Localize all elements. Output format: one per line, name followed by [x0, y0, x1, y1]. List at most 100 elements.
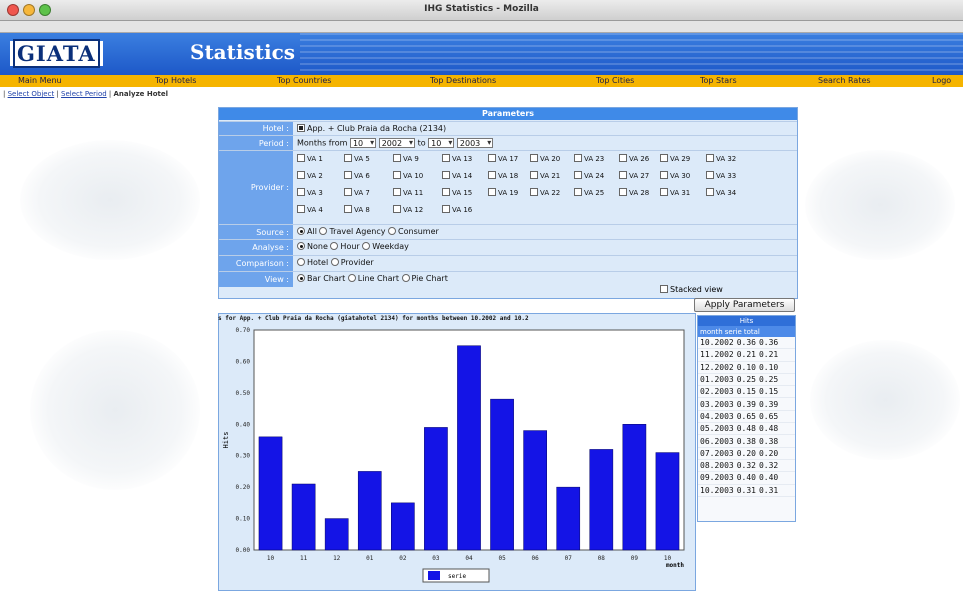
provider-checkbox[interactable] — [574, 188, 582, 196]
source-all-radio[interactable] — [297, 227, 305, 235]
analyse-none-radio[interactable] — [297, 242, 305, 250]
menu-top-cities[interactable]: Top Cities — [596, 76, 634, 85]
provider-checkbox[interactable] — [297, 171, 305, 179]
view-pie-chart-radio[interactable] — [401, 274, 410, 282]
provider-checkbox[interactable] — [574, 171, 582, 179]
provider-checkbox[interactable] — [619, 188, 627, 196]
provider-checkbox[interactable] — [488, 171, 496, 179]
provider-checkbox[interactable] — [442, 154, 450, 162]
provider-checkbox-item[interactable]: VA 21 — [530, 171, 560, 180]
provider-checkbox-item[interactable]: VA 6 — [344, 171, 370, 180]
provider-checkbox-item[interactable]: VA 19 — [488, 188, 518, 197]
provider-checkbox-item[interactable]: VA 7 — [344, 188, 370, 197]
provider-checkbox-item[interactable]: VA 22 — [530, 188, 560, 197]
provider-checkbox-item[interactable]: VA 16 — [442, 205, 472, 214]
comparison-provider-radio[interactable] — [330, 258, 339, 266]
provider-checkbox[interactable] — [660, 188, 668, 196]
provider-checkbox-item[interactable]: VA 27 — [619, 171, 649, 180]
provider-checkbox-item[interactable]: VA 24 — [574, 171, 604, 180]
provider-checkbox[interactable] — [297, 154, 305, 162]
provider-checkbox-item[interactable]: VA 14 — [442, 171, 472, 180]
provider-checkbox[interactable] — [297, 205, 305, 213]
provider-checkbox[interactable] — [393, 188, 401, 196]
from-month-select[interactable]: 10 — [349, 138, 377, 148]
provider-checkbox-item[interactable]: VA 25 — [574, 188, 604, 197]
provider-checkbox[interactable] — [619, 171, 627, 179]
provider-checkbox[interactable] — [344, 154, 352, 162]
provider-checkbox-item[interactable]: VA 33 — [706, 171, 736, 180]
source-travel-agency-radio[interactable] — [319, 227, 328, 235]
provider-checkbox-item[interactable]: VA 4 — [297, 205, 323, 214]
provider-label-text: VA 28 — [629, 189, 650, 197]
provider-checkbox[interactable] — [706, 154, 714, 162]
menu-top-stars[interactable]: Top Stars — [700, 76, 737, 85]
provider-checkbox-item[interactable]: VA 13 — [442, 154, 472, 163]
provider-checkbox[interactable] — [530, 154, 538, 162]
provider-checkbox[interactable] — [660, 154, 668, 162]
provider-checkbox-item[interactable]: VA 9 — [393, 154, 419, 163]
analyse-weekday-radio[interactable] — [362, 242, 371, 250]
view-line-chart-radio[interactable] — [347, 274, 356, 282]
menu-top-destinations[interactable]: Top Destinations — [430, 76, 496, 85]
provider-checkbox-item[interactable]: VA 17 — [488, 154, 518, 163]
provider-checkbox-item[interactable]: VA 2 — [297, 171, 323, 180]
provider-checkbox[interactable] — [530, 188, 538, 196]
provider-checkbox[interactable] — [574, 154, 582, 162]
provider-checkbox-item[interactable]: VA 23 — [574, 154, 604, 163]
analyse-hour-radio[interactable] — [330, 242, 339, 250]
provider-checkbox-item[interactable]: VA 32 — [706, 154, 736, 163]
provider-checkbox[interactable] — [706, 171, 714, 179]
provider-checkbox[interactable] — [344, 205, 352, 213]
provider-checkbox-item[interactable]: VA 5 — [344, 154, 370, 163]
breadcrumb-select-period[interactable]: Select Period — [61, 90, 107, 98]
legend-swatch — [428, 571, 440, 580]
comparison-hotel-radio[interactable] — [297, 258, 305, 266]
provider-checkbox[interactable] — [344, 171, 352, 179]
provider-checkbox[interactable] — [442, 171, 450, 179]
provider-checkbox[interactable] — [393, 154, 401, 162]
to-month-select[interactable]: 10 — [428, 138, 455, 148]
menu-logo[interactable]: Logo — [932, 76, 951, 85]
provider-checkbox-item[interactable]: VA 30 — [660, 171, 690, 180]
stacked-view-option[interactable]: Stacked view — [660, 285, 723, 294]
stacked-view-checkbox[interactable] — [660, 285, 668, 293]
breadcrumb-select-object[interactable]: Select Object — [8, 90, 55, 98]
provider-checkbox[interactable] — [393, 171, 401, 179]
provider-checkbox[interactable] — [530, 171, 538, 179]
menu-top-countries[interactable]: Top Countries — [277, 76, 331, 85]
provider-checkbox[interactable] — [344, 188, 352, 196]
provider-checkbox-item[interactable]: VA 12 — [393, 205, 423, 214]
provider-checkbox-item[interactable]: VA 26 — [619, 154, 649, 163]
menu-search-rates[interactable]: Search Rates — [818, 76, 871, 85]
provider-checkbox[interactable] — [488, 154, 496, 162]
provider-checkbox-item[interactable]: VA 20 — [530, 154, 560, 163]
provider-checkbox-item[interactable]: VA 10 — [393, 171, 423, 180]
provider-checkbox-item[interactable]: VA 8 — [344, 205, 370, 214]
provider-checkbox-item[interactable]: VA 29 — [660, 154, 690, 163]
provider-checkbox-item[interactable]: VA 31 — [660, 188, 690, 197]
view-bar-chart-radio[interactable] — [297, 274, 305, 282]
provider-checkbox[interactable] — [297, 188, 305, 196]
source-consumer-radio[interactable] — [388, 227, 397, 235]
provider-checkbox-item[interactable]: VA 28 — [619, 188, 649, 197]
provider-checkbox[interactable] — [442, 205, 450, 213]
giata-logo[interactable]: GIATA — [10, 39, 103, 68]
provider-checkbox[interactable] — [488, 188, 496, 196]
apply-parameters-button[interactable]: Apply Parameters — [694, 298, 795, 312]
provider-checkbox-item[interactable]: VA 34 — [706, 188, 736, 197]
provider-checkbox-item[interactable]: VA 3 — [297, 188, 323, 197]
provider-checkbox[interactable] — [442, 188, 450, 196]
menu-main-menu[interactable]: Main Menu — [18, 76, 62, 85]
hotel-checkbox[interactable] — [297, 124, 305, 132]
from-year-select[interactable]: 2002 — [378, 138, 416, 148]
provider-checkbox-item[interactable]: VA 18 — [488, 171, 518, 180]
provider-checkbox[interactable] — [706, 188, 714, 196]
provider-checkbox[interactable] — [619, 154, 627, 162]
provider-checkbox-item[interactable]: VA 1 — [297, 154, 323, 163]
to-year-select[interactable]: 2003 — [456, 138, 494, 148]
provider-checkbox[interactable] — [393, 205, 401, 213]
provider-checkbox-item[interactable]: VA 11 — [393, 188, 423, 197]
provider-checkbox[interactable] — [660, 171, 668, 179]
provider-checkbox-item[interactable]: VA 15 — [442, 188, 472, 197]
menu-top-hotels[interactable]: Top Hotels — [155, 76, 196, 85]
